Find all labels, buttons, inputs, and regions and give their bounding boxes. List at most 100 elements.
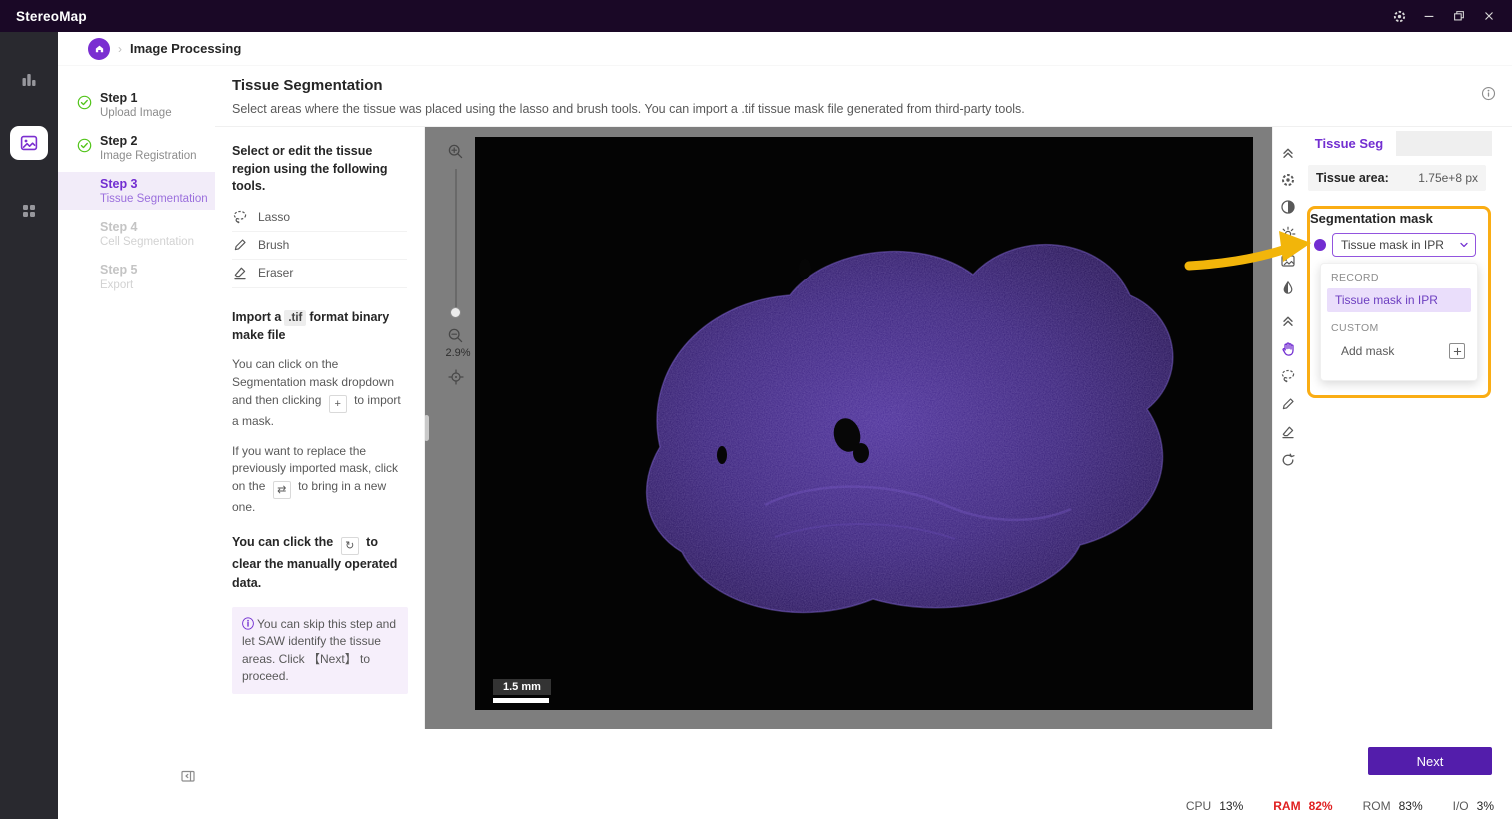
stat-value: 13% [1219, 799, 1243, 813]
info-icon: ⓘ [242, 617, 254, 631]
menu-group-record: RECORD [1331, 272, 1477, 284]
tissue-area-label: Tissue area: [1316, 171, 1389, 185]
step-title: Step 2 [100, 134, 215, 149]
stat-label: ROM [1363, 799, 1391, 813]
gear-icon[interactable] [1280, 172, 1296, 188]
step-subtitle: Export [100, 278, 215, 292]
step-title: Step 4 [100, 220, 215, 235]
breadcrumb-label: Image Processing [130, 41, 241, 56]
chart-module-icon[interactable] [0, 70, 58, 90]
plus-icon: + [329, 395, 347, 413]
tool-eraser[interactable]: Eraser [232, 260, 407, 288]
brightness-icon[interactable] [1280, 226, 1296, 242]
droplet-icon[interactable] [1280, 280, 1296, 296]
hand-pan-icon[interactable] [1280, 340, 1297, 357]
scale-label: 1.5 mm [493, 679, 551, 695]
zoom-in-icon[interactable] [447, 143, 465, 160]
breadcrumb-separator-icon: › [118, 42, 122, 56]
import-heading-pre: Import a [232, 310, 281, 324]
step-subtitle: Upload Image [100, 106, 215, 120]
import-paragraph-1: You can click on the Segmentation mask d… [232, 356, 408, 430]
reset-icon: ↻ [341, 537, 359, 555]
stat-value: 83% [1399, 799, 1423, 813]
import-heading: Import a.tifformat binary make file [232, 308, 408, 345]
io-stat: I/O 3% [1453, 799, 1494, 813]
stat-value: 82% [1309, 799, 1333, 813]
rom-stat: ROM 83% [1363, 799, 1423, 813]
status-bar: CPU 13% RAM 82% ROM 83% I/O 3% [58, 792, 1512, 819]
zoom-slider-track[interactable] [455, 169, 457, 317]
zoom-out-icon[interactable] [447, 327, 464, 344]
segmentation-mask-label: Segmentation mask [1310, 211, 1433, 226]
menu-add-mask[interactable]: Add mask [1321, 338, 1477, 364]
mask-dropdown-menu: RECORD Tissue mask in IPR CUSTOM Add mas… [1320, 263, 1478, 381]
restore-icon[interactable] [1444, 4, 1474, 28]
lasso-icon [232, 209, 248, 225]
minimize-icon[interactable] [1414, 4, 1444, 28]
panel-resize-handle[interactable] [425, 415, 429, 441]
scale-bar: 1.5 mm [493, 679, 551, 703]
zoom-controls: 2.9% [447, 143, 465, 160]
step-item-tissue-segmentation[interactable]: Step 3 Tissue Segmentation [58, 172, 215, 210]
step-subtitle: Tissue Segmentation [100, 192, 215, 206]
tool-lasso[interactable]: Lasso [232, 204, 407, 232]
rotate-reset-icon[interactable] [1280, 452, 1296, 468]
step-subtitle: Image Registration [100, 149, 215, 163]
cpu-stat: CPU 13% [1186, 799, 1243, 813]
window-controls [1384, 4, 1504, 28]
steps-sidebar: Step 1 Upload Image Step 2 Image Registr… [58, 66, 215, 792]
collapse-sidebar-icon[interactable] [180, 768, 196, 784]
image-canvas[interactable]: 2.9% 1.5 mm [425, 127, 1272, 729]
stat-label: RAM [1273, 799, 1300, 813]
tool-brush[interactable]: Brush [232, 232, 407, 260]
home-icon[interactable] [88, 38, 110, 60]
instructions-panel: Select or edit the tissue region using t… [215, 127, 425, 729]
locate-icon[interactable] [448, 369, 464, 385]
left-icon-rail [0, 32, 58, 819]
close-icon[interactable] [1474, 4, 1504, 28]
right-tool-rail [1272, 127, 1302, 729]
tab-filler [1396, 131, 1492, 156]
apps-grid-icon[interactable] [0, 202, 58, 220]
breadcrumb: › Image Processing [58, 32, 1512, 66]
image-processing-module[interactable] [0, 126, 58, 160]
step-item-export[interactable]: Step 5 Export [58, 258, 215, 296]
step-item-cell-segmentation[interactable]: Step 4 Cell Segmentation [58, 215, 215, 253]
stat-value: 3% [1477, 799, 1494, 813]
lasso-icon[interactable] [1280, 368, 1296, 384]
image-icon [19, 133, 39, 153]
active-module-pill [10, 126, 48, 160]
check-circle-icon [77, 138, 92, 153]
stat-label: CPU [1186, 799, 1211, 813]
panel-tabs: Tissue Seg [1302, 131, 1492, 156]
next-button[interactable]: Next [1368, 747, 1492, 775]
collapse-up-icon[interactable] [1280, 145, 1296, 161]
brush-icon[interactable] [1280, 396, 1296, 412]
collapse-group-icon[interactable] [1280, 313, 1296, 329]
info-icon[interactable] [1481, 86, 1496, 101]
step-item-image-registration[interactable]: Step 2 Image Registration [58, 129, 215, 167]
tissue-slide-image [475, 137, 1253, 710]
add-mask-plus-icon[interactable] [1449, 343, 1465, 359]
step-item-upload-image[interactable]: Step 1 Upload Image [58, 86, 215, 124]
image-adjust-icon[interactable] [1280, 253, 1296, 269]
page-subtitle: Select areas where the tissue was placed… [232, 102, 1025, 116]
titlebar: StereoMap [0, 0, 1512, 32]
scale-line [493, 698, 549, 703]
menu-option-tissue-mask[interactable]: Tissue mask in IPR [1327, 288, 1471, 312]
zoom-slider-handle[interactable] [450, 307, 461, 318]
step-subtitle: Cell Segmentation [100, 235, 215, 249]
step-title: Step 5 [100, 263, 215, 278]
eraser-icon[interactable] [1280, 424, 1296, 440]
settings-icon[interactable] [1384, 4, 1414, 28]
ram-stat: RAM 82% [1273, 799, 1332, 813]
mask-dropdown[interactable]: Tissue mask in IPR [1332, 233, 1476, 257]
contrast-icon[interactable] [1280, 199, 1296, 215]
tab-tissue-seg[interactable]: Tissue Seg [1302, 131, 1396, 156]
add-mask-label: Add mask [1341, 344, 1394, 358]
tissue-area-value: 1.75e+8 px [1418, 171, 1478, 185]
menu-group-custom: CUSTOM [1331, 322, 1477, 334]
mask-color-dot[interactable] [1314, 239, 1326, 251]
tool-label: Eraser [258, 266, 293, 280]
tool-label: Brush [258, 238, 289, 252]
